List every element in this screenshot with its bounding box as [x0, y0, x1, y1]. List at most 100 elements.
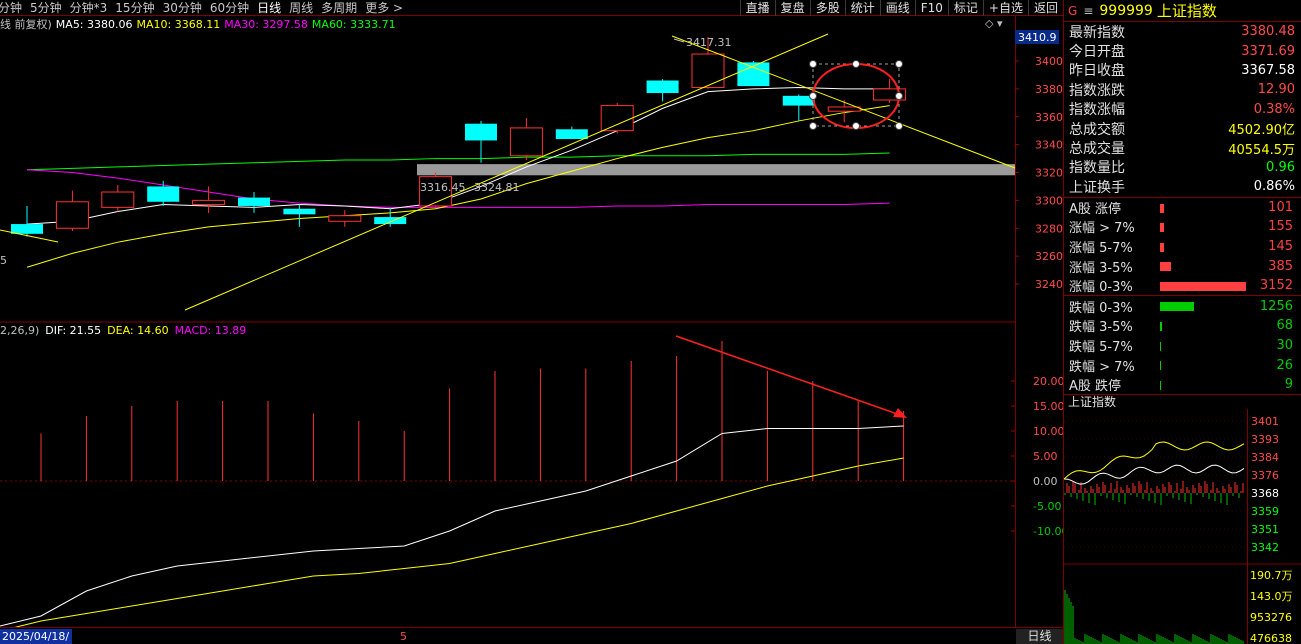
quote-list: 最新指数 3380.48 今日开盘 3371.69 昨日收盘 3367.58 指数涨跌 12.…	[1064, 22, 1301, 197]
tool-button-7[interactable]: +自选	[982, 0, 1028, 16]
candle-body-up	[827, 106, 861, 112]
quote-value: 0.38%	[1253, 101, 1295, 117]
cursor-marker: 5	[400, 630, 407, 643]
macd-legend: 2,26,9) DIF: 21.55 DEA: 14.60 MACD: 13.8…	[0, 324, 252, 338]
period-tab-1[interactable]: 5分钟	[30, 0, 62, 16]
quote-row: 总成交额 4502.90亿	[1064, 119, 1301, 138]
breadth-bar	[1160, 242, 1164, 252]
macd-tick-label: 15.00	[1033, 400, 1063, 413]
breadth-count: 26	[1276, 357, 1293, 373]
period-tab-3[interactable]: 15分钟	[115, 0, 154, 16]
period-tab-7[interactable]: 周线	[289, 0, 313, 16]
trend-line-down	[671, 35, 1016, 169]
quote-row: 上证换手 0.86%	[1064, 177, 1301, 196]
breadth-label: 涨幅 3-5%	[1069, 260, 1133, 276]
breadth-count: 1256	[1259, 298, 1293, 314]
quote-row: 指数涨跌 12.90	[1064, 80, 1301, 99]
candle-body-up	[691, 53, 725, 88]
intraday-mini-chart[interactable]: 3401 3393 3384 3376 3368 3359 3351 3342 190.7万 14…	[1064, 409, 1301, 644]
macd-tick-label: 0.00	[1033, 475, 1058, 488]
selection-handle	[809, 122, 817, 130]
candle-body-down	[147, 186, 180, 202]
candle-body-up	[509, 127, 543, 157]
breadth-row: 涨幅 > 7% 155	[1064, 217, 1301, 237]
dif-line	[0, 425, 904, 627]
mini-volume-tick: 476638	[1250, 632, 1292, 644]
breadth-bar	[1160, 203, 1164, 213]
tool-button-0[interactable]: 直播	[739, 0, 775, 16]
mini-price-tick: 3393	[1251, 433, 1279, 446]
breadth-row: 涨幅 0-3% 3152	[1064, 276, 1301, 296]
macd-tick-label: -5.00	[1033, 500, 1061, 513]
breadth-row: 跌幅 5-7% 30	[1064, 336, 1301, 356]
breadth-bar	[1160, 361, 1161, 371]
candle-body-up	[101, 191, 135, 208]
quote-value: 3371.69	[1241, 43, 1295, 59]
tool-button-1[interactable]: 复盘	[774, 0, 810, 16]
quote-row: 指数量比 0.96	[1064, 158, 1301, 177]
stock-name: 上证指数	[1156, 2, 1217, 20]
breadth-bar	[1160, 341, 1161, 351]
period-tab-8[interactable]: 多周期	[321, 0, 357, 16]
breadth-label: 跌幅 0-3%	[1069, 300, 1133, 316]
period-tab-4[interactable]: 30分钟	[163, 0, 202, 16]
tab-day-line[interactable]: 日线	[1016, 629, 1063, 644]
breadth-label: 涨幅 0-3%	[1069, 280, 1133, 296]
quote-value: 4502.90亿	[1228, 123, 1295, 139]
period-tab-2[interactable]: 分钟*3	[70, 0, 108, 16]
period-tab-0[interactable]: 分钟	[0, 0, 22, 16]
tool-button-6[interactable]: 标记	[947, 0, 983, 16]
candle-body-down	[238, 197, 270, 206]
period-tabs: 分钟 5分钟 分钟*3 15分钟 30分钟 60分钟 日线 周线 多周期 更多 >	[0, 0, 411, 16]
price-tick-label: 3360	[1035, 111, 1063, 124]
breadth-count: 9	[1284, 377, 1293, 393]
current-price-label: 3410.9	[1018, 31, 1057, 44]
quote-value: 0.86%	[1253, 179, 1295, 195]
quote-row: 指数涨幅 0.38%	[1064, 100, 1301, 119]
macd-tick-label: 10.00	[1033, 425, 1063, 438]
candle-body-down	[11, 224, 43, 234]
candle-body-up	[328, 215, 362, 222]
tool-button-8[interactable]: 返回	[1027, 0, 1063, 16]
tool-button-2[interactable]: 多股	[809, 0, 845, 16]
kline-chart[interactable]: 3417.313316.45 3324.815 34003380336033403…	[0, 16, 1063, 627]
trend-arrow-line	[675, 335, 901, 416]
quote-value: 3367.58	[1241, 62, 1295, 78]
period-tab-6[interactable]: 日线	[257, 0, 281, 16]
breadth-count: 145	[1268, 239, 1293, 254]
breadth-bar	[1160, 302, 1194, 312]
candle-body-down	[374, 217, 407, 225]
macd-tick-label: 20.00	[1033, 375, 1063, 388]
dea-line	[14, 457, 904, 627]
tool-button-5[interactable]: F10	[914, 0, 948, 16]
mini-price-tick: 3401	[1251, 415, 1279, 428]
price-tick-label: 3300	[1035, 194, 1063, 207]
price-tick-label: 3340	[1035, 139, 1063, 152]
mini-chart-title: 上证指数	[1064, 394, 1301, 409]
quote-label: 昨日收盘	[1069, 63, 1125, 80]
quote-label: 总成交量	[1069, 141, 1125, 158]
mini-volume-tick: 953276	[1250, 611, 1292, 624]
period-tab-5[interactable]: 60分钟	[210, 0, 249, 16]
high-label: 3417.31	[686, 36, 732, 49]
menu-icon[interactable]: ≡	[1083, 4, 1093, 18]
tool-button-3[interactable]: 统计	[844, 0, 880, 16]
breadth-label: 涨幅 > 7%	[1069, 221, 1135, 237]
breadth-bar	[1160, 380, 1161, 390]
breadth-row: 跌幅 3-5% 68	[1064, 316, 1301, 336]
price-tick-label: 3380	[1035, 83, 1063, 96]
breadth-up-list: A股 涨停 101 涨幅 > 7% 155 涨幅 5-7% 145 涨幅 3-5% 385 涨幅…	[1064, 198, 1301, 296]
quote-label: 最新指数	[1069, 24, 1125, 41]
period-tab-9[interactable]: 更多 >	[365, 0, 403, 16]
mini-price-tick: 3351	[1251, 523, 1279, 536]
breadth-row: A股 涨停 101	[1064, 198, 1301, 218]
mini-volume-tick: 143.0万	[1250, 590, 1293, 603]
breadth-count: 101	[1268, 199, 1293, 215]
breadth-bar	[1160, 262, 1171, 272]
breadth-count: 3152	[1259, 278, 1293, 294]
mini-volume-tick: 190.7万	[1250, 569, 1293, 582]
candle-body-up	[55, 201, 89, 229]
macd-label: MACD: 13.89	[174, 324, 247, 337]
g-mark: G	[1068, 3, 1078, 18]
tool-button-4[interactable]: 画线	[879, 0, 915, 16]
